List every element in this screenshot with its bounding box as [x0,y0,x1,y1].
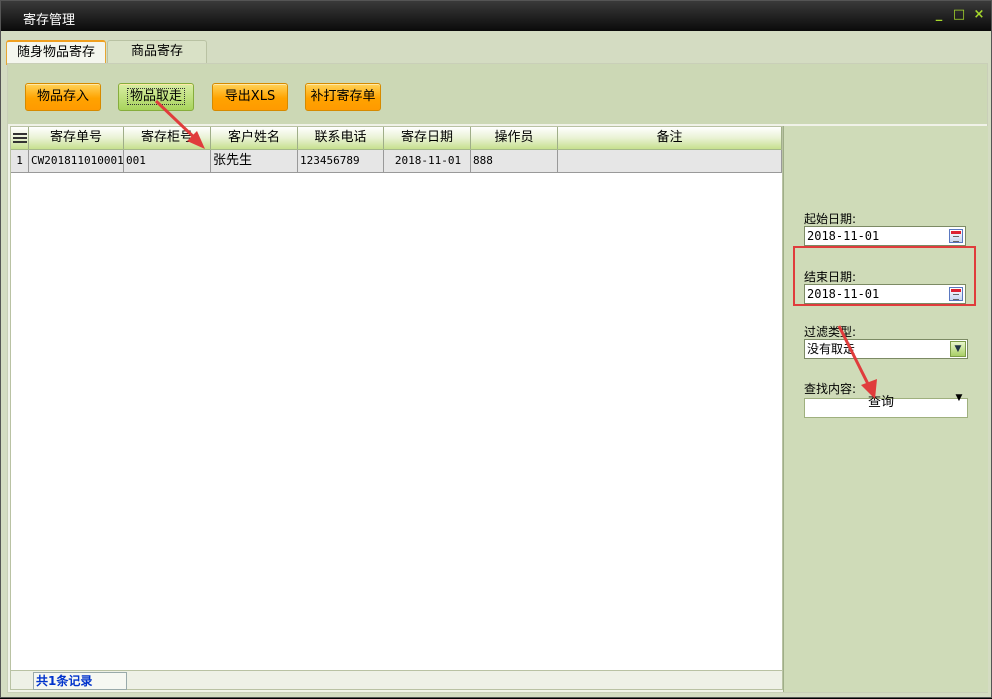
calendar-icon[interactable] [949,229,963,243]
takeout-button-label: 物品取走 [126,88,185,105]
col-operator[interactable]: 操作员 [471,127,558,149]
col-remarks[interactable]: 备注 [558,127,782,149]
col-deposit-date[interactable]: 寄存日期 [384,127,471,149]
takeout-button[interactable]: 物品取走 [118,83,194,111]
col-ticket-no[interactable]: 寄存单号 [29,127,124,149]
export-xls-button[interactable]: 导出XLS [212,83,288,111]
end-date-value: 2018-11-01 [807,287,880,301]
col-customer-name[interactable]: 客户姓名 [211,127,298,149]
record-count: 共1条记录 [33,672,127,690]
table-row[interactable]: 1 CW201811010001 001 张先生 123456789 2018-… [11,150,782,173]
reprint-ticket-button[interactable]: 补打寄存单 [305,83,381,111]
filter-type-select[interactable]: 没有取走 ▼ [804,339,968,359]
cell-remarks[interactable] [558,150,782,172]
cell-deposit-date[interactable]: 2018-11-01 [384,150,471,172]
row-index: 1 [11,150,29,172]
start-date-input[interactable]: 2018-11-01 [804,226,966,246]
close-icon[interactable]: × [971,7,987,23]
window-title: 寄存管理 [23,13,76,28]
minimize-icon[interactable]: _ [931,7,947,23]
title-bar: 寄存管理 _ □ × [1,1,991,31]
maximize-icon[interactable]: □ [951,7,967,23]
calendar-icon[interactable] [949,287,963,301]
query-button[interactable]: 查询 [851,391,911,411]
tab-personal-items[interactable]: 随身物品寄存 [6,40,106,65]
tab-goods[interactable]: 商品寄存 [107,40,207,63]
deposit-button[interactable]: 物品存入 [25,83,101,111]
end-date-label: 结束日期: [804,270,857,284]
main-pane: 物品存入 物品取走 导出XLS 补打寄存单 寄存单号 寄存柜号 客户姓名 联系电… [7,63,988,693]
records-grid: 寄存单号 寄存柜号 客户姓名 联系电话 寄存日期 操作员 备注 1 CW2018… [10,126,783,672]
consignment-window: 寄存管理 _ □ × 随身物品寄存 商品寄存 物品存入 物品取走 导出XLS 补… [0,0,992,698]
col-locker-no[interactable]: 寄存柜号 [124,127,211,149]
end-date-input[interactable]: 2018-11-01 [804,284,966,304]
status-bar: 共1条记录 [10,670,783,690]
filter-type-value: 没有取走 [807,342,856,356]
col-phone[interactable]: 联系电话 [298,127,384,149]
cell-locker-no[interactable]: 001 [124,150,211,172]
cell-customer-name[interactable]: 张先生 [211,150,298,172]
tab-strip: 随身物品寄存 商品寄存 [1,31,991,65]
start-date-label: 起始日期: [804,212,857,226]
row-selector-icon[interactable] [11,127,29,149]
cell-operator[interactable]: 888 [471,150,558,172]
start-date-value: 2018-11-01 [807,229,880,243]
grid-header: 寄存单号 寄存柜号 客户姓名 联系电话 寄存日期 操作员 备注 [11,127,782,150]
chevron-down-icon[interactable]: ▼ [950,341,966,357]
toolbar: 物品存入 物品取走 导出XLS 补打寄存单 [8,64,987,124]
search-label: 查找内容: [804,382,857,396]
caret-down-icon[interactable]: ▼ [953,393,965,409]
cell-phone[interactable]: 123456789 [298,150,384,172]
cell-ticket-no[interactable]: CW201811010001 [29,150,124,172]
filter-type-label: 过滤类型: [804,325,857,339]
